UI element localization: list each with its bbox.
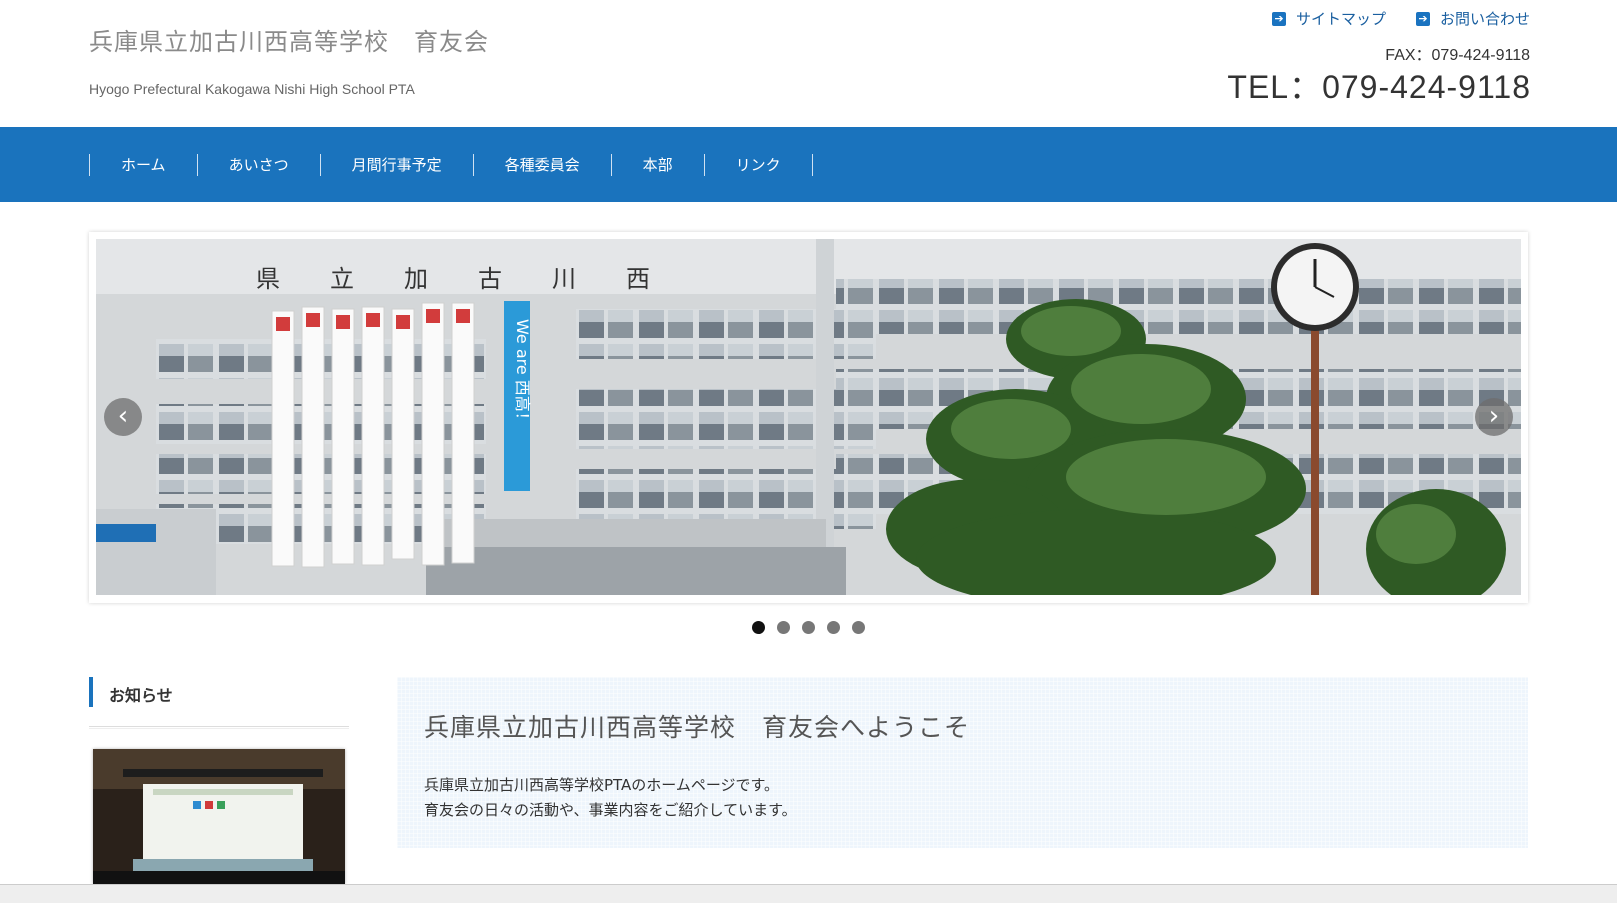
welcome-title: 兵庫県立加古川西高等学校 育友会へようこそ	[424, 713, 971, 742]
site-title[interactable]: 兵庫県立加古川西高等学校 育友会	[89, 22, 489, 57]
nav-separator	[811, 153, 813, 176]
slider-dot[interactable]	[802, 621, 815, 634]
slide-school-building[interactable]: We are 西高！ 県立加古川西	[96, 239, 1521, 595]
welcome-panel: 兵庫県立加古川西高等学校 育友会へようこそ 兵庫県立加古川西高等学校PTAのホー…	[397, 677, 1528, 848]
divider	[89, 728, 349, 729]
welcome-text: 兵庫県立加古川西高等学校PTAのホームページです。 育友会の日々の活動や、事業内…	[424, 773, 797, 823]
nav-item-links[interactable]: リンク	[705, 154, 812, 175]
news-heading: お知らせ	[89, 677, 349, 727]
auditorium-photo	[93, 749, 345, 884]
school-building-photo: We are 西高！ 県立加古川西	[96, 239, 1521, 595]
contact-link-label: お問い合わせ	[1439, 10, 1530, 28]
divider	[89, 726, 349, 727]
contact-link[interactable]: ➔ お問い合わせ	[1415, 8, 1530, 29]
news-heading-label: お知らせ	[109, 686, 173, 705]
site-header: 兵庫県立加古川西高等学校 育友会 Hyogo Prefectural Kakog…	[0, 0, 1617, 127]
welcome-line-1: 兵庫県立加古川西高等学校PTAのホームページです。	[424, 776, 780, 794]
welcome-line-2: 育友会の日々の活動や、事業内容をご紹介しています。	[424, 801, 797, 819]
banner-text: We are 西高！	[513, 319, 532, 428]
arrow-right-icon: ➔	[1271, 11, 1286, 26]
horizontal-scrollbar[interactable]	[0, 884, 1617, 903]
slider-prev-button[interactable]: ‹	[104, 398, 142, 436]
nav-item-headquarters[interactable]: 本部	[612, 154, 704, 175]
nav-item-monthly-schedule[interactable]: 月間行事予定	[321, 154, 473, 175]
sitemap-link[interactable]: ➔ サイトマップ	[1271, 8, 1386, 29]
arrow-right-icon: ➔	[1415, 11, 1430, 26]
slider-dot[interactable]	[852, 621, 865, 634]
slider-pagination	[752, 621, 865, 634]
news-thumbnail[interactable]	[93, 749, 345, 884]
building-sign: 県立加古川西	[256, 265, 700, 293]
header-links: ➔ サイトマップ ➔ お問い合わせ	[1271, 8, 1530, 29]
site-subtitle: Hyogo Prefectural Kakogawa Nishi High Sc…	[89, 81, 415, 97]
nav-item-greeting[interactable]: あいさつ	[198, 154, 320, 175]
sitemap-link-label: サイトマップ	[1295, 10, 1386, 28]
nav-item-home[interactable]: ホーム	[90, 154, 197, 175]
slider-dot[interactable]	[777, 621, 790, 634]
slider-dot[interactable]	[752, 621, 765, 634]
nav-item-committees[interactable]: 各種委員会	[474, 154, 611, 175]
slider-next-button[interactable]: ›	[1475, 398, 1513, 436]
slider-dot[interactable]	[827, 621, 840, 634]
main-nav: ホーム あいさつ 月間行事予定 各種委員会 本部 リンク	[0, 127, 1617, 202]
heading-accent-bar	[89, 677, 93, 707]
tel-number: TEL：079-424-9118	[1227, 69, 1531, 105]
image-slider: We are 西高！ 県立加古川西 ‹ ›	[89, 232, 1528, 603]
